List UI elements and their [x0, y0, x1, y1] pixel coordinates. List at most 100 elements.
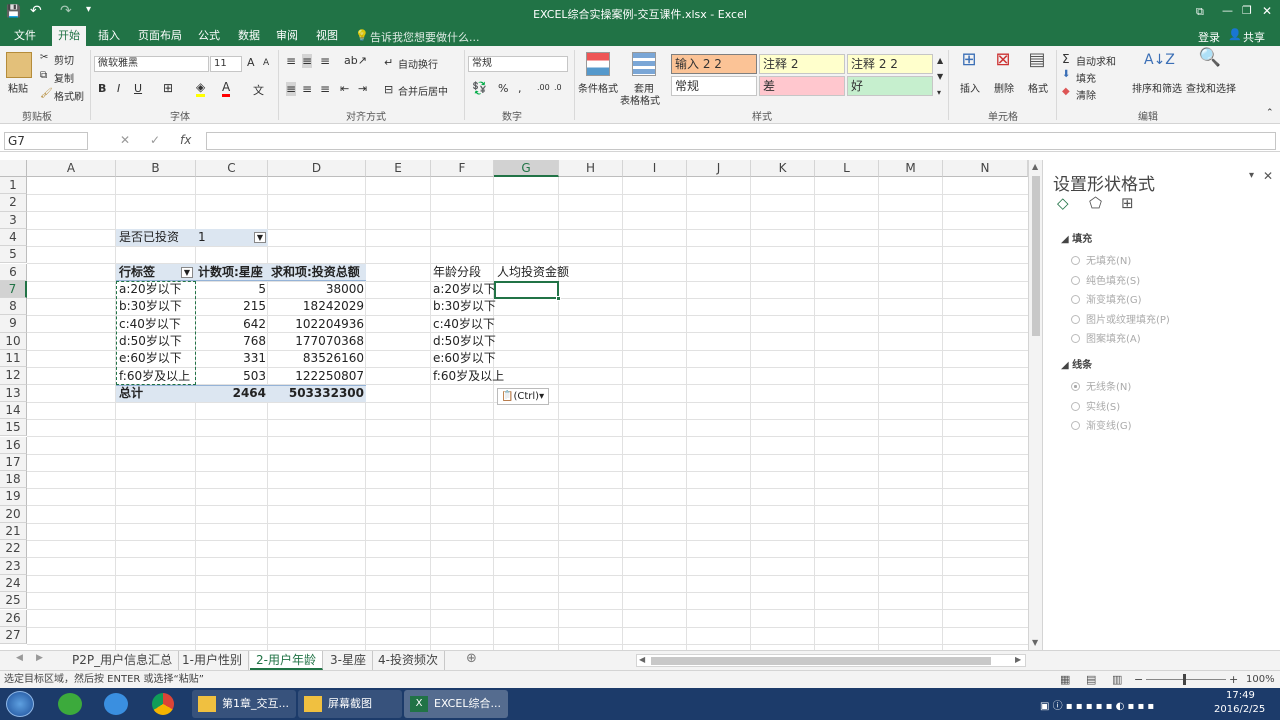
fill-section-header[interactable]: ◢ 填充 [1061, 230, 1092, 245]
fill-handle[interactable] [556, 296, 561, 301]
pane-close-icon[interactable]: ✕ [1263, 169, 1273, 183]
sheet-tab[interactable]: P2P_用户信息汇总 [66, 651, 180, 670]
start-icon[interactable] [6, 691, 34, 717]
column-header-N[interactable]: N [943, 160, 1028, 177]
row-header-12[interactable]: 12 [0, 367, 27, 385]
line-section-header[interactable]: ◢ 线条 [1061, 356, 1092, 371]
close-icon[interactable]: ✕ [1262, 4, 1272, 18]
row-header-4[interactable]: 4 [0, 228, 27, 247]
row-header-20[interactable]: 20 [0, 505, 27, 523]
scroll-right-icon[interactable]: ▶ [1015, 655, 1021, 664]
row-header-7[interactable]: 7 [0, 280, 27, 299]
hscroll-thumb[interactable] [651, 657, 991, 665]
align-right-icon[interactable]: ≡ [320, 82, 330, 96]
insert-function-icon[interactable]: fx [180, 133, 191, 147]
grow-font-button[interactable]: A [247, 56, 255, 69]
fill-option[interactable]: 图片或纹理填充(P) [1071, 311, 1170, 326]
brush-icon[interactable]: 🖌 [40, 88, 53, 99]
align-bottom-icon[interactable]: ≡ [320, 54, 330, 68]
paste-button[interactable]: 粘贴 [8, 80, 28, 95]
cell-style-item[interactable]: 常规 [671, 76, 757, 96]
format-cells-button[interactable]: 格式 [1028, 80, 1048, 95]
taskbar-item-1[interactable]: 第1章_交互... [192, 690, 296, 718]
align-left-icon[interactable]: ≡ [286, 82, 297, 96]
fill-color-icon[interactable]: ◈ [196, 80, 206, 97]
tab-page-layout[interactable]: 页面布局 [132, 26, 188, 46]
increase-decimal-button[interactable]: .00 [537, 83, 550, 92]
fill-option[interactable]: 图案填充(A) [1071, 330, 1141, 345]
row-header-14[interactable]: 14 [0, 401, 27, 420]
clock-time[interactable]: 17:49 [1226, 690, 1255, 701]
page-layout-view-icon[interactable]: ▤ [1086, 671, 1096, 688]
collapse-ribbon-icon[interactable]: ⌃ [1266, 108, 1274, 118]
clock-date[interactable]: 2016/2/25 [1214, 704, 1265, 715]
prev-sheet-icon[interactable]: ◀ [16, 653, 23, 663]
increase-indent-icon[interactable]: ⇥ [358, 82, 367, 95]
column-header-L[interactable]: L [815, 160, 879, 177]
scroll-down-icon[interactable]: ▼ [1032, 638, 1038, 647]
row-header-15[interactable]: 15 [0, 419, 27, 437]
font-color-button[interactable]: A [222, 80, 231, 97]
app-blue-icon[interactable] [104, 693, 128, 715]
format-as-table-icon[interactable] [632, 52, 656, 76]
font-name-select[interactable]: 微软雅黑 [94, 56, 209, 72]
row-header-1[interactable]: 1 [0, 177, 27, 195]
row-header-9[interactable]: 9 [0, 315, 27, 333]
row-header-27[interactable]: 27 [0, 626, 27, 645]
find-icon[interactable]: 🔍 [1198, 49, 1222, 67]
align-top-icon[interactable]: ≡ [286, 54, 296, 68]
horizontal-scrollbar[interactable]: ◀ ▶ [636, 654, 1026, 667]
column-header-J[interactable]: J [687, 160, 751, 177]
sheet-tab[interactable]: 1-用户性别 [176, 651, 249, 670]
cell-style-item[interactable]: 好 [847, 76, 933, 96]
row-header-10[interactable]: 10 [0, 332, 27, 350]
line-option[interactable]: 渐变线(G) [1071, 417, 1132, 432]
column-header-C[interactable]: C [196, 160, 268, 177]
fill-option[interactable]: 渐变填充(G) [1071, 291, 1142, 306]
paste-options-button[interactable]: 📋(Ctrl)▾ [497, 388, 549, 405]
format-painter-button[interactable]: 格式刷 [54, 88, 84, 103]
tab-file[interactable]: 文件 [8, 26, 42, 46]
format-cells-icon[interactable]: ▤ [1026, 51, 1048, 69]
conditional-format-icon[interactable] [586, 52, 610, 76]
currency-icon[interactable]: 💱 [472, 81, 487, 95]
align-center-icon[interactable]: ≡ [302, 82, 312, 96]
row-header-17[interactable]: 17 [0, 453, 27, 472]
column-header-F[interactable]: F [431, 160, 494, 177]
decrease-indent-icon[interactable]: ⇤ [340, 82, 349, 95]
fill-line-icon[interactable]: ◇ [1057, 194, 1069, 212]
size-properties-icon[interactable]: ⊞ [1121, 194, 1134, 212]
minimize-icon[interactable]: — [1222, 4, 1233, 17]
row-header-5[interactable]: 5 [0, 246, 27, 264]
bold-button[interactable]: B [98, 82, 106, 95]
orientation-icon[interactable]: ab↗ [344, 54, 367, 67]
column-header-M[interactable]: M [879, 160, 943, 177]
sort-filter-button[interactable]: 排序和筛选 [1132, 80, 1182, 95]
delete-cells-button[interactable]: 删除 [994, 80, 1014, 95]
column-header-E[interactable]: E [366, 160, 431, 177]
tab-insert[interactable]: 插入 [92, 26, 126, 46]
name-box[interactable]: G7 [4, 132, 88, 150]
zoom-in-icon[interactable]: + [1229, 671, 1238, 688]
column-header-A[interactable]: A [27, 160, 116, 177]
sort-filter-icon[interactable]: A↓Z [1144, 52, 1175, 68]
row-header-23[interactable]: 23 [0, 557, 27, 575]
scroll-up-icon[interactable]: ▲ [1032, 162, 1038, 171]
tab-view[interactable]: 视图 [310, 26, 344, 46]
active-cell[interactable] [494, 281, 559, 299]
fill-button[interactable]: 填充 [1076, 70, 1096, 85]
enter-icon[interactable]: ✓ [150, 133, 160, 147]
comma-button[interactable]: , [518, 82, 522, 95]
row-header-24[interactable]: 24 [0, 574, 27, 593]
copy-icon[interactable]: ⧉ [40, 70, 47, 81]
sheet-tab[interactable]: 3-星座 [324, 651, 373, 670]
share-button[interactable]: 共享 [1243, 29, 1265, 45]
decrease-decimal-button[interactable]: .0 [554, 83, 562, 92]
rowlabel-dropdown-icon[interactable]: ▼ [181, 267, 193, 278]
insert-cells-icon[interactable]: ⊞ [958, 51, 980, 69]
percent-button[interactable]: % [498, 82, 508, 95]
row-header-22[interactable]: 22 [0, 540, 27, 558]
font-size-select[interactable]: 11 [210, 56, 242, 72]
new-sheet-icon[interactable]: ⊕ [466, 651, 477, 666]
row-header-13[interactable]: 13 [0, 384, 27, 402]
